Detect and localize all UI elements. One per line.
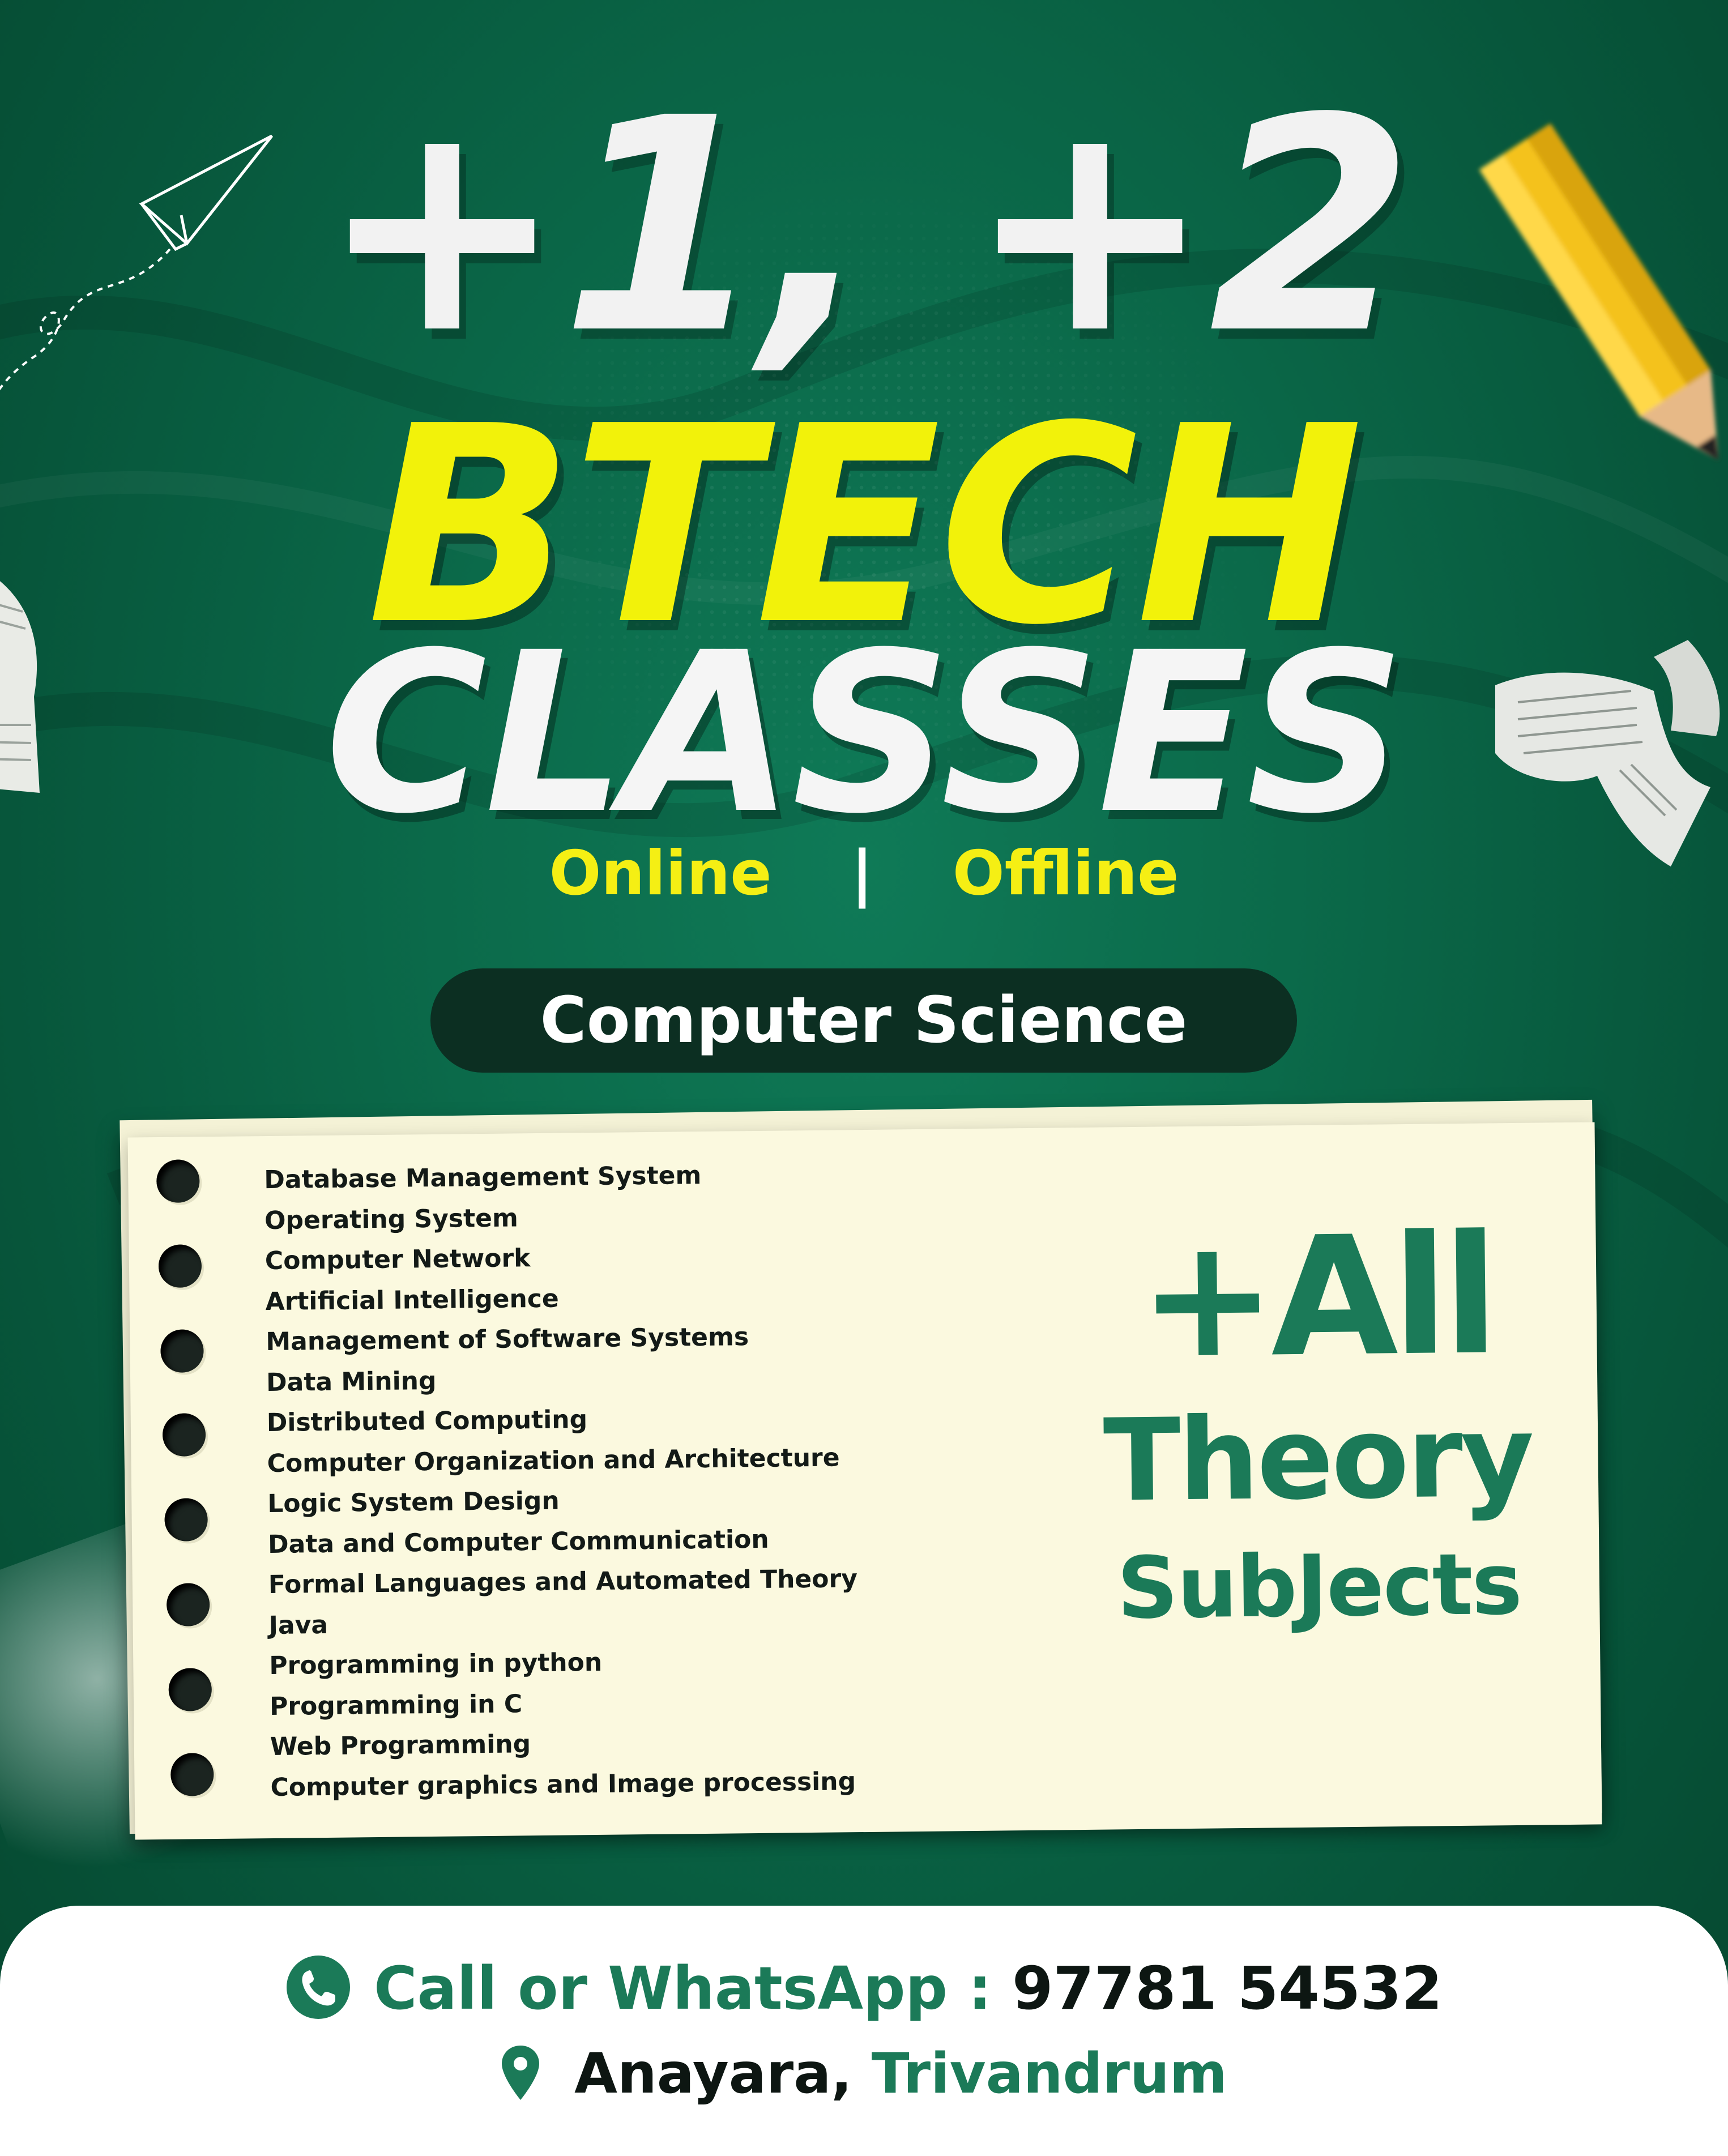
headline-classes: CLASSES [325,605,1406,862]
mode-online: Online [549,838,772,909]
binder-hole [170,1753,214,1796]
binder-hole [162,1413,206,1457]
subject-list: Database Management System Operating Sys… [264,1154,860,1808]
binder-hole [164,1498,208,1542]
all-subjects-callout: +All Theory SubJects [1046,1200,1589,1638]
subject-item: Data and Computer Communication [267,1525,769,1559]
whatsapp-phone-icon [287,1955,351,2019]
binder-hole [166,1583,210,1626]
subject-item: Computer graphics and Image processing [270,1766,856,1802]
subjects-label: SubJects [1116,1535,1522,1638]
contact-footer: Call or WhatsApp : 97781 54532 Anayara, … [0,1906,1728,2156]
subject-item: Database Management System [264,1160,702,1195]
subject-item: Operating System [264,1203,519,1235]
binder-hole [168,1668,212,1711]
department-label: Computer Science [540,984,1188,1057]
contact-label: Call or WhatsApp : [374,1954,992,2023]
note-paper: Database Management System Operating Sys… [127,1122,1602,1840]
subject-item: Data Mining [266,1366,437,1397]
all-label: +All [1137,1200,1495,1395]
mode-offline: Offline [952,838,1179,909]
theory-label: Theory [1103,1390,1533,1527]
subject-item: Programming in C [269,1689,523,1721]
address-town: Anayara, [574,2042,852,2106]
headline-grades: +1, +2 [318,55,1414,398]
subject-item: Management of Software Systems [266,1322,749,1357]
phone-number[interactable]: 97781 54532 [1012,1954,1443,2023]
subject-item: Computer Network [264,1244,531,1276]
contact-line: Call or WhatsApp : 97781 54532 [0,1954,1728,2026]
address-line: Anayara, Trivandrum [0,2042,1728,2106]
subject-item: Programming in python [269,1647,603,1681]
address-city: Trivandrum [871,2042,1227,2106]
subject-item: Java [268,1610,328,1640]
subject-item: Computer Organization and Architecture [267,1442,840,1478]
binder-hole [160,1329,204,1373]
class-modes: Online | Offline [0,838,1728,909]
subject-item: Formal Languages and Automated Theory [268,1564,858,1600]
subject-item: Web Programming [270,1730,531,1762]
mode-separator: | [851,838,873,909]
binder-hole [158,1244,202,1288]
poster: +1, +2 BTECH CLASSES Online | Offline Comp… [0,0,1728,2156]
location-pin-icon [502,2046,540,2101]
subject-item: Distributed Computing [266,1405,588,1438]
department-pill: Computer Science [430,968,1297,1073]
binder-hole [156,1159,200,1203]
subject-item: Artificial Intelligence [265,1284,560,1316]
subject-item: Logic System Design [267,1486,560,1519]
